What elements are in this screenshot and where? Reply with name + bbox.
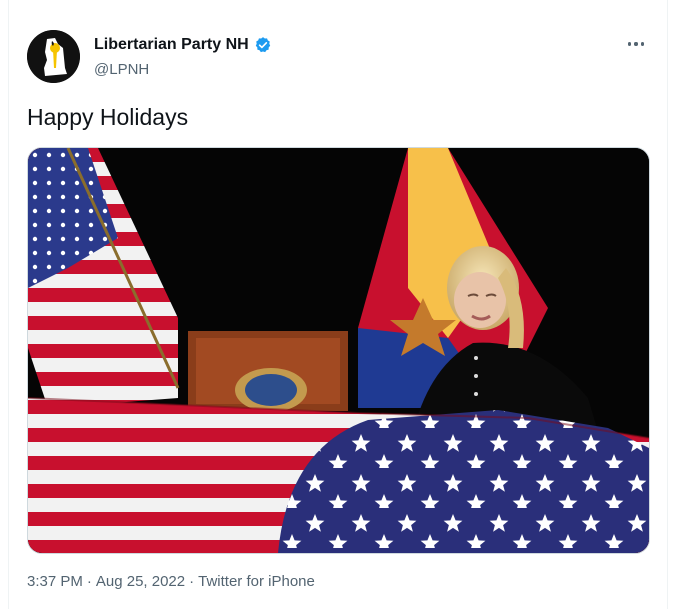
more-dot [634,42,638,46]
author-display-name[interactable]: Libertarian Party NH [94,36,249,54]
tweet-card: Libertarian Party NH @LPNH Happy Holiday… [8,0,668,609]
more-options-button[interactable] [623,34,649,54]
verified-badge-icon [254,36,272,54]
author-name-row[interactable]: Libertarian Party NH [94,36,272,54]
tweet-text: Happy Holidays [27,104,189,130]
tweet-media-image[interactable] [27,147,650,554]
more-horizontal-icon [627,42,632,46]
media-photo [28,148,649,553]
tweet-date[interactable]: Aug 25, 2022 [96,573,185,590]
tweet-time[interactable]: 3:37 PM [27,573,83,590]
avatar[interactable] [27,30,80,83]
tweet-metadata: 3:37 PM · Aug 25, 2022 · Twitter for iPh… [27,573,315,590]
tweet-source-link[interactable]: Twitter for iPhone [198,573,315,590]
author-handle[interactable]: @LPNH [94,61,149,78]
meta-separator: · [189,573,195,590]
meta-separator: · [86,573,92,590]
lpnh-logo-icon [27,30,80,83]
more-dot [640,42,645,46]
